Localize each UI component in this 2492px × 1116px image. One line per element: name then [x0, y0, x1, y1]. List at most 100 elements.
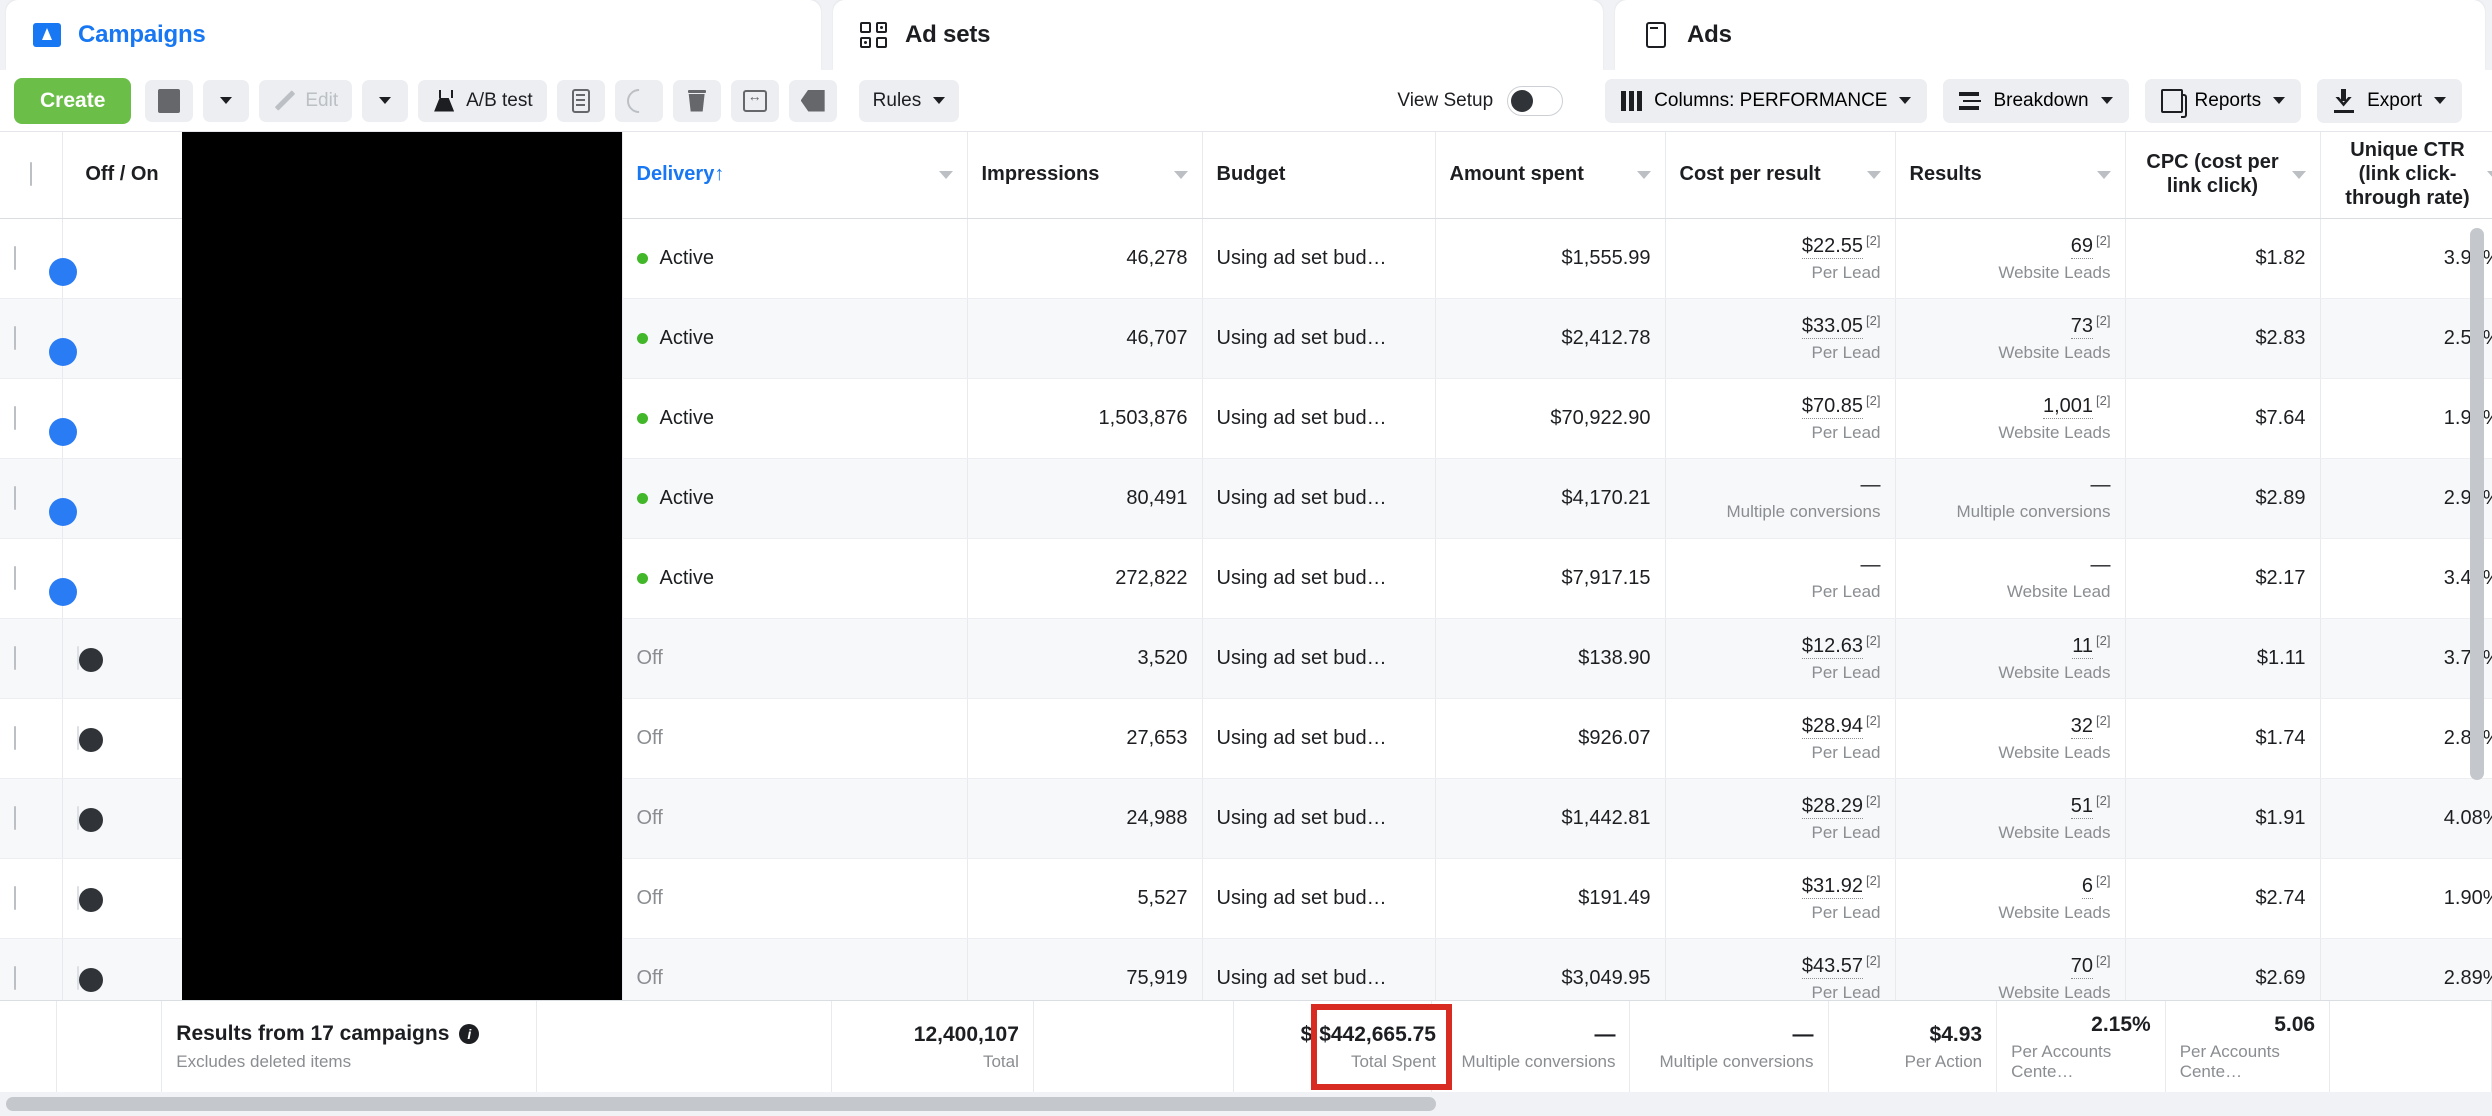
edit-label: Edit: [305, 90, 338, 112]
row-on-off-toggle[interactable]: [77, 806, 79, 830]
column-header-delivery[interactable]: Delivery↑: [622, 132, 967, 218]
chevron-down-icon: [379, 97, 391, 104]
row-on-off-toggle[interactable]: [77, 886, 79, 910]
row-select-cell[interactable]: [0, 378, 62, 458]
highlight-total-spent-value: $442,665.75: [1319, 1023, 1436, 1047]
row-impressions-cell: 24,988: [967, 778, 1202, 858]
row-on-off-cell[interactable]: [62, 538, 182, 618]
footer-summary: Results from 17 campaignsi Excludes dele…: [162, 1001, 537, 1093]
row-cpc-cell: $2.83: [2125, 298, 2320, 378]
row-select-cell[interactable]: [0, 538, 62, 618]
row-on-off-cell[interactable]: [62, 458, 182, 538]
view-setup-switch[interactable]: [1507, 86, 1563, 116]
column-header-results[interactable]: Results: [1895, 132, 2125, 218]
row-checkbox[interactable]: [14, 406, 16, 430]
row-impressions-cell: 5,527: [967, 858, 1202, 938]
duplicate-dropdown-button[interactable]: [203, 80, 249, 122]
breakdown-button[interactable]: Breakdown: [1943, 79, 2128, 123]
highlight-total-spent-label: Total Spent: [1351, 1052, 1436, 1072]
row-select-cell[interactable]: [0, 458, 62, 538]
row-on-off-toggle[interactable]: [77, 646, 79, 670]
chevron-down-icon[interactable]: [1867, 171, 1881, 179]
tab-ads[interactable]: Ads: [1615, 0, 2485, 70]
ab-test-button[interactable]: A/B test: [418, 80, 547, 122]
duplicate-button[interactable]: [145, 80, 193, 122]
delete-button[interactable]: [673, 80, 721, 122]
row-budget-cell: Using ad set bud…: [1202, 458, 1435, 538]
footer-frequency: 5.06 Per Accounts Cente…: [2166, 1001, 2330, 1093]
row-checkbox[interactable]: [14, 646, 16, 670]
row-on-off-toggle[interactable]: [77, 966, 79, 990]
row-checkbox[interactable]: [14, 806, 16, 830]
tab-bar: Campaigns Ad sets Ads: [0, 0, 2492, 70]
vertical-scrollbar[interactable]: [2470, 228, 2484, 780]
row-select-cell[interactable]: [0, 778, 62, 858]
tab-campaigns[interactable]: Campaigns: [6, 0, 821, 70]
row-impressions-cell: 1,503,876: [967, 378, 1202, 458]
table-footer-totals: Results from 17 campaignsi Excludes dele…: [0, 1000, 2492, 1092]
row-checkbox[interactable]: [14, 886, 16, 910]
chevron-down-icon[interactable]: [939, 171, 953, 179]
columns-button[interactable]: Columns: PERFORMANCE: [1605, 79, 1927, 123]
row-checkbox[interactable]: [14, 246, 16, 270]
tab-ad-sets[interactable]: Ad sets: [833, 0, 1603, 70]
row-on-off-cell[interactable]: [62, 698, 182, 778]
row-on-off-cell[interactable]: [62, 218, 182, 298]
reports-button[interactable]: Reports: [2145, 79, 2302, 123]
chevron-down-icon[interactable]: [1174, 171, 1188, 179]
row-select-cell[interactable]: [0, 618, 62, 698]
row-on-off-cell[interactable]: [62, 378, 182, 458]
row-checkbox[interactable]: [14, 966, 16, 990]
edit-button[interactable]: Edit: [259, 80, 352, 122]
row-on-off-cell[interactable]: [62, 778, 182, 858]
undo-icon: [622, 84, 656, 118]
row-delivery-cell: Active: [622, 378, 967, 458]
row-checkbox[interactable]: [14, 566, 16, 590]
undo-button[interactable]: [615, 80, 663, 122]
row-on-off-cell[interactable]: [62, 858, 182, 938]
select-all-checkbox[interactable]: [30, 162, 32, 186]
row-unique-ctr-cell: 2.54%: [2320, 298, 2492, 378]
export-label: Export: [2367, 90, 2422, 112]
row-select-cell[interactable]: [0, 858, 62, 938]
view-setup-toggle[interactable]: View Setup: [1397, 86, 1563, 116]
chevron-down-icon[interactable]: [1637, 171, 1651, 179]
column-header-cpc[interactable]: CPC (cost per link click): [2125, 132, 2320, 218]
edit-dropdown-button[interactable]: [362, 80, 408, 122]
column-header-impressions[interactable]: Impressions: [967, 132, 1202, 218]
rules-label: Rules: [873, 90, 922, 112]
row-select-cell[interactable]: [0, 218, 62, 298]
row-cpc-cell: $1.74: [2125, 698, 2320, 778]
column-header-amount-spent[interactable]: Amount spent: [1435, 132, 1665, 218]
rules-button[interactable]: Rules: [859, 80, 960, 122]
column-header-select-all[interactable]: [0, 132, 62, 218]
columns-label: Columns: PERFORMANCE: [1654, 90, 1887, 112]
row-select-cell[interactable]: [0, 698, 62, 778]
row-cost-per-result-cell: $28.94[2]Per Lead: [1665, 698, 1895, 778]
chevron-down-icon: [1899, 97, 1911, 104]
row-select-cell[interactable]: [0, 298, 62, 378]
row-checkbox[interactable]: [14, 726, 16, 750]
column-header-cost-per-result[interactable]: Cost per result: [1665, 132, 1895, 218]
export-button[interactable]: Export: [2317, 79, 2462, 123]
create-button[interactable]: Create: [14, 78, 131, 124]
row-unique-ctr-cell: 3.73%: [2320, 618, 2492, 698]
row-impressions-cell: 272,822: [967, 538, 1202, 618]
info-icon[interactable]: i: [459, 1024, 479, 1044]
row-on-off-cell[interactable]: [62, 618, 182, 698]
column-header-budget[interactable]: Budget: [1202, 132, 1435, 218]
chevron-down-icon[interactable]: [2097, 171, 2111, 179]
row-on-off-cell[interactable]: [62, 298, 182, 378]
chevron-down-icon[interactable]: [2487, 171, 2492, 179]
duplicate-arrows-button[interactable]: [731, 80, 779, 122]
clipboard-button[interactable]: [557, 80, 605, 122]
chevron-down-icon[interactable]: [2292, 171, 2306, 179]
row-on-off-toggle[interactable]: [77, 726, 79, 750]
row-cpc-cell: $7.64: [2125, 378, 2320, 458]
column-header-unique-ctr[interactable]: Unique CTR (link click-through rate): [2320, 132, 2492, 218]
row-checkbox[interactable]: [14, 326, 16, 350]
row-checkbox[interactable]: [14, 486, 16, 510]
tag-button[interactable]: [789, 80, 837, 122]
row-unique-ctr-cell: 1.95%: [2320, 378, 2492, 458]
horizontal-scrollbar-thumb[interactable]: [6, 1097, 1436, 1111]
